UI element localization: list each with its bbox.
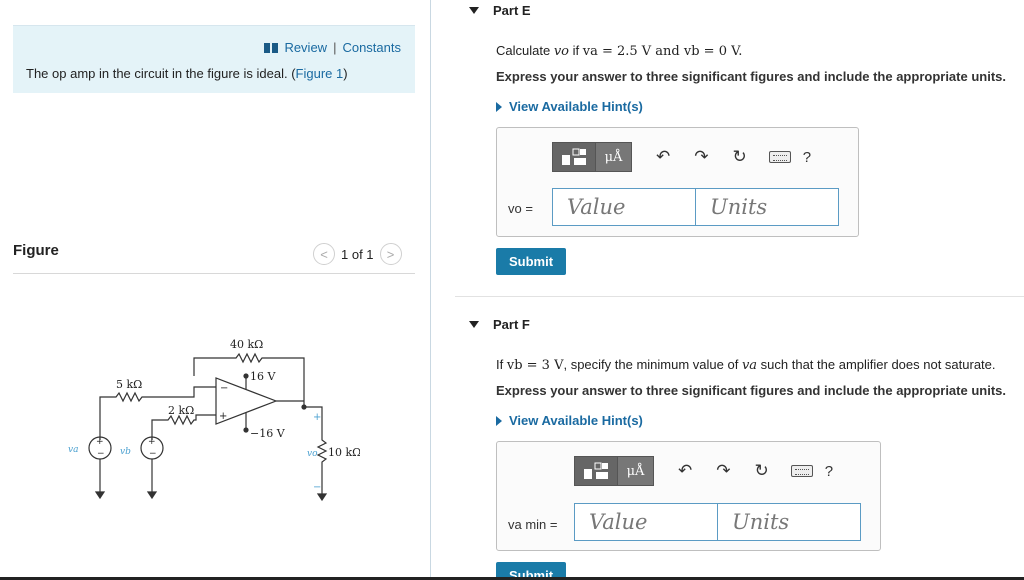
part-e-value-input[interactable]: Value xyxy=(552,188,696,226)
keyboard-icon[interactable] xyxy=(790,465,813,477)
template-button[interactable] xyxy=(574,456,618,486)
part-e-q-prefix: Calculate xyxy=(496,43,554,58)
part-e-var-label: vo = xyxy=(508,201,533,216)
part-f-value-input[interactable]: Value xyxy=(574,503,718,541)
info-box: Review | Constants The op amp in the cir… xyxy=(13,25,415,93)
circuit-diagram: 40 kΩ 5 kΩ 2 kΩ − + 16 V −16 V 10 kΩ + v… xyxy=(68,338,360,502)
right-panel: Part E Calculate vo if va = 2.5 V and vb… xyxy=(455,0,1024,580)
vneg-label: −16 V xyxy=(250,427,286,440)
units-symbol-button[interactable]: μÅ xyxy=(618,456,654,486)
collapse-icon xyxy=(469,7,479,14)
part-e-hint[interactable]: View Available Hint(s) xyxy=(496,99,643,114)
va-minus: − xyxy=(97,449,105,459)
expand-icon xyxy=(496,101,502,112)
feedback-wire xyxy=(193,352,305,407)
review-link[interactable]: Review xyxy=(284,40,327,55)
vo-minus: − xyxy=(313,482,321,493)
help-icon[interactable]: ? xyxy=(803,149,811,166)
vpos-label: 16 V xyxy=(250,370,276,383)
undo-icon[interactable]: ↶ xyxy=(678,461,692,481)
ground-arrow-vb xyxy=(146,491,158,500)
vneg-node xyxy=(243,427,249,433)
vb-plus: + xyxy=(148,437,156,447)
template-icon xyxy=(584,462,608,479)
panel-divider xyxy=(430,0,431,580)
collapse-icon xyxy=(469,321,479,328)
part-f-instruction: Express your answer to three significant… xyxy=(496,383,1006,398)
reset-icon[interactable]: ↻ xyxy=(733,147,747,167)
part-e-instruction: Express your answer to three significant… xyxy=(496,69,1006,84)
va-plus: + xyxy=(96,437,104,447)
figure-pager: < 1 of 1 > xyxy=(313,243,402,265)
r-load-label: 10 kΩ xyxy=(328,446,360,459)
part-e-q-var: vo xyxy=(553,44,569,59)
part-f-question: If vb = 3 V, specify the minimum value o… xyxy=(496,357,996,373)
prev-figure-button[interactable]: < xyxy=(313,243,335,265)
constants-link[interactable]: Constants xyxy=(342,40,401,55)
part-e-units-input[interactable]: Units xyxy=(695,188,839,226)
part-f-header[interactable]: Part F xyxy=(455,317,530,332)
help-icon[interactable]: ? xyxy=(825,463,833,480)
part-f-q-prefix: If xyxy=(496,357,507,372)
ground-arrow-va xyxy=(94,491,106,500)
va-label: va xyxy=(68,445,78,455)
op-amp-plus: + xyxy=(219,411,227,422)
units-symbol-button[interactable]: μÅ xyxy=(596,142,632,172)
template-icon xyxy=(562,148,586,165)
part-e-submit-button[interactable]: Submit xyxy=(496,248,566,275)
part-f-hint-label: View Available Hint(s) xyxy=(509,413,643,428)
part-e-hint-label: View Available Hint(s) xyxy=(509,99,643,114)
part-e-toolbar: μÅ ↶ ↷ ↻ ? xyxy=(552,142,811,172)
pager-text: 1 of 1 xyxy=(341,246,374,262)
next-figure-button[interactable]: > xyxy=(379,243,402,265)
redo-icon[interactable]: ↷ xyxy=(716,461,730,481)
part-f-answer-box: μÅ ↶ ↷ ↻ ? va min = Value Units xyxy=(496,441,881,551)
figure-link[interactable]: Figure 1 xyxy=(296,66,344,81)
intro-text: The op amp in the circuit in the figure … xyxy=(26,66,348,81)
reset-icon[interactable]: ↻ xyxy=(755,461,769,481)
part-e-q-cond: va = 2.5 V and vb = 0 V. xyxy=(582,44,743,59)
intro-text-body: The op amp in the circuit in the figure … xyxy=(26,66,296,81)
r-b-label: 2 kΩ xyxy=(168,404,194,417)
ground-arrow-load xyxy=(316,493,328,502)
part-e-question: Calculate vo if va = 2.5 V and vb = 0 V. xyxy=(496,43,742,59)
figure-divider xyxy=(13,273,415,274)
left-panel: Review | Constants The op amp in the cir… xyxy=(0,0,430,580)
vpos-node xyxy=(243,373,249,379)
part-f-toolbar: μÅ ↶ ↷ ↻ ? xyxy=(574,456,833,486)
template-button[interactable] xyxy=(552,142,596,172)
part-f-title: Part F xyxy=(493,317,530,332)
part-f-hint[interactable]: View Available Hint(s) xyxy=(496,413,643,428)
vo-label: vo xyxy=(307,449,318,459)
vb-minus: − xyxy=(149,449,157,459)
part-e-header[interactable]: Part E xyxy=(455,3,531,18)
r-feedback-label: 40 kΩ xyxy=(230,338,263,351)
ra-wire xyxy=(99,386,216,440)
expand-icon xyxy=(496,415,502,426)
part-divider xyxy=(455,296,1024,297)
part-e-q-mid: if xyxy=(568,43,583,58)
part-f-q-end: such that the amplifier does not saturat… xyxy=(757,357,996,372)
part-e-answer-box: μÅ ↶ ↷ ↻ ? vo = Value Units xyxy=(496,127,859,237)
part-f-var-label: va min = xyxy=(508,517,558,532)
part-f-units-input[interactable]: Units xyxy=(717,503,861,541)
r-a-label: 5 kΩ xyxy=(116,378,142,391)
intro-text-close: ) xyxy=(343,66,348,81)
separator: | xyxy=(333,40,337,55)
book-icon xyxy=(264,42,279,53)
part-f-q-var: va xyxy=(741,358,758,373)
review-constants-row: Review | Constants xyxy=(264,40,401,55)
undo-icon[interactable]: ↶ xyxy=(656,147,670,167)
vo-plus: + xyxy=(313,412,321,423)
keyboard-icon[interactable] xyxy=(768,151,791,163)
op-amp-minus: − xyxy=(220,383,228,394)
redo-icon[interactable]: ↷ xyxy=(694,147,708,167)
part-e-title: Part E xyxy=(493,3,531,18)
vb-label: vb xyxy=(120,447,131,457)
part-f-q-cond: vb = 3 V xyxy=(506,358,564,373)
rb-wire xyxy=(151,414,216,440)
figure-title: Figure xyxy=(13,242,59,259)
part-f-q-rest: , specify the minimum value of xyxy=(563,357,742,372)
